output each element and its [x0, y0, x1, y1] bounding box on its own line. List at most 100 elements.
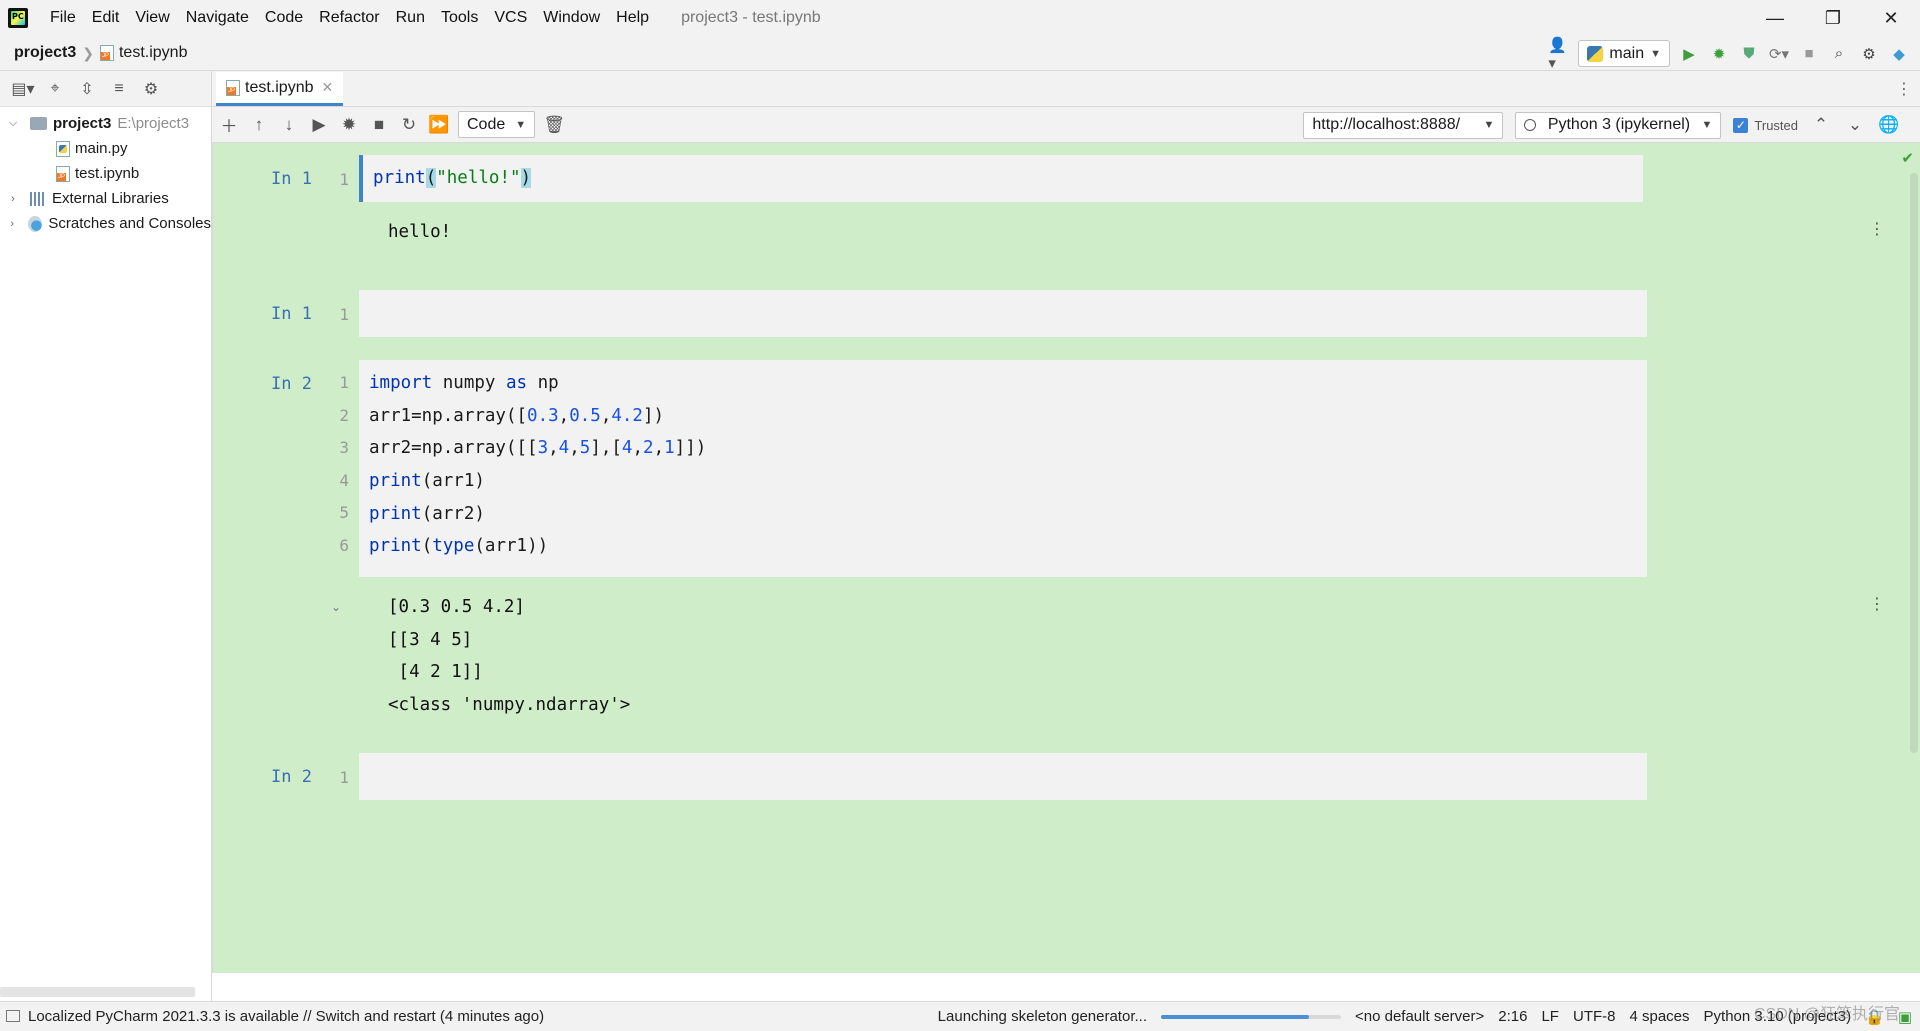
- close-icon[interactable]: ✕: [1862, 0, 1920, 36]
- locate-icon[interactable]: ⌖: [44, 78, 66, 100]
- debug-icon[interactable]: ✹: [1708, 43, 1730, 65]
- tree-project-label: project3: [53, 115, 112, 132]
- breadcrumb-file[interactable]: test.ipynb: [119, 44, 187, 62]
- line-number: 1: [339, 768, 349, 787]
- cell-output: hello!: [388, 216, 451, 249]
- run-cell-icon[interactable]: ▶: [308, 114, 330, 136]
- tree-item-test-ipynb[interactable]: test.ipynb: [0, 161, 211, 186]
- tree-item-label: Scratches and Consoles: [48, 215, 211, 232]
- trusted-toggle[interactable]: ✓ Trusted: [1733, 117, 1798, 133]
- line-separator[interactable]: LF: [1541, 1008, 1559, 1025]
- project-view-icon[interactable]: ▤▾: [11, 78, 34, 100]
- project-panel: ▤▾ ⌖ ⇳ ≡ ⚙ ⌵ project3 E:\project3 main.p…: [0, 71, 212, 1001]
- tree-item-main-py[interactable]: main.py: [0, 136, 211, 161]
- profile-icon[interactable]: ⟳▾: [1768, 43, 1790, 65]
- vertical-scrollbar[interactable]: [1910, 173, 1918, 753]
- inspection-ok-icon: ✔: [1901, 150, 1914, 167]
- collapse-output-icon[interactable]: ⌄: [331, 600, 341, 614]
- tree-item-external-libraries[interactable]: › External Libraries: [0, 186, 211, 211]
- chevron-up-icon[interactable]: ⌃: [1810, 114, 1832, 136]
- debug-cell-icon[interactable]: ✹: [338, 114, 360, 136]
- add-cell-icon[interactable]: ＋: [218, 114, 240, 136]
- run-config-label: main: [1609, 44, 1645, 62]
- code-editor[interactable]: import numpy as np arr1=np.array([0.3, 0.…: [359, 360, 1647, 577]
- editor-tabs: test.ipynb ✕ ⋮: [212, 71, 1920, 107]
- chevron-right-icon[interactable]: ›: [6, 218, 18, 230]
- breadcrumb-project[interactable]: project3: [14, 44, 76, 62]
- output-menu-icon[interactable]: ⋮: [1869, 219, 1885, 239]
- tree-item-label: External Libraries: [52, 190, 169, 207]
- tool-windows-icon[interactable]: [6, 1010, 20, 1022]
- run-icon[interactable]: ▶: [1678, 43, 1700, 65]
- indent-setting[interactable]: 4 spaces: [1629, 1008, 1689, 1025]
- navigation-bar: project3 ❯ test.ipynb 👤▾ main ▼ ▶ ✹ ⛊ ⟳▾…: [0, 36, 1920, 72]
- coverage-icon[interactable]: ⛊: [1738, 43, 1760, 65]
- restore-icon[interactable]: ❐: [1804, 0, 1862, 36]
- menu-file[interactable]: File: [42, 9, 84, 27]
- code-editor[interactable]: [359, 290, 1647, 337]
- server-status[interactable]: <no default server>: [1355, 1008, 1484, 1025]
- horizontal-scrollbar[interactable]: [0, 987, 195, 997]
- move-up-icon[interactable]: ↑: [248, 114, 270, 136]
- search-icon[interactable]: ⌕: [1828, 43, 1850, 65]
- output-menu-icon[interactable]: ⋮: [1869, 594, 1885, 614]
- menu-run[interactable]: Run: [388, 9, 433, 27]
- menu-vcs[interactable]: VCS: [486, 9, 535, 27]
- tree-item-scratches[interactable]: › Scratches and Consoles: [0, 211, 211, 236]
- notebook-toolbar: ＋ ↑ ↓ ▶ ✹ ■ ↻ ⏩ Code ▼ 🗑 http://localhos…: [212, 107, 1920, 143]
- menu-edit[interactable]: Edit: [84, 9, 128, 27]
- kernel-select[interactable]: Python 3 (ipykernel) ▼: [1515, 111, 1722, 139]
- checkbox-checked-icon[interactable]: ✓: [1733, 117, 1749, 133]
- output-line: [4 2 1]]: [388, 662, 483, 683]
- minimize-icon[interactable]: —: [1746, 0, 1804, 36]
- server-select[interactable]: http://localhost:8888/ ▼: [1303, 111, 1504, 139]
- code-editor[interactable]: [359, 753, 1647, 800]
- caret-position[interactable]: 2:16: [1498, 1008, 1527, 1025]
- run-config-select[interactable]: main ▼: [1578, 40, 1670, 67]
- line-number: 1: [339, 305, 349, 324]
- tree-item-label: test.ipynb: [75, 165, 140, 182]
- tab-test-ipynb[interactable]: test.ipynb ✕: [216, 72, 344, 106]
- user-icon[interactable]: 👤▾: [1548, 37, 1570, 72]
- cell-type-select[interactable]: Code ▼: [458, 111, 536, 138]
- cell-prompt: In 1: [271, 169, 312, 189]
- notebook-editor[interactable]: ✔ In 1 1 print("hello!") hello! ⋮ In 1 1…: [212, 143, 1920, 973]
- chevron-down-icon[interactable]: ⌄: [1844, 114, 1866, 136]
- file-encoding[interactable]: UTF-8: [1573, 1008, 1616, 1025]
- delete-cell-icon[interactable]: 🗑: [543, 114, 565, 136]
- menu-refactor[interactable]: Refactor: [311, 9, 387, 27]
- notebook-file-icon: [56, 165, 70, 182]
- restart-kernel-icon[interactable]: ↻: [398, 114, 420, 136]
- menu-navigate[interactable]: Navigate: [178, 9, 257, 27]
- move-down-icon[interactable]: ↓: [278, 114, 300, 136]
- menu-window[interactable]: Window: [535, 9, 608, 27]
- code-line: print("hello!"): [373, 168, 532, 189]
- menu-help[interactable]: Help: [608, 9, 657, 27]
- gear-icon[interactable]: ⚙: [140, 78, 162, 100]
- chevron-down-icon[interactable]: ⌵: [6, 117, 20, 130]
- globe-icon[interactable]: 🌐: [1878, 114, 1900, 136]
- menu-view[interactable]: View: [127, 9, 177, 27]
- menu-tools[interactable]: Tools: [433, 9, 486, 27]
- settings-icon[interactable]: ⚙: [1858, 43, 1880, 65]
- collapse-all-icon[interactable]: ≡: [108, 78, 130, 100]
- folder-icon: [30, 117, 47, 130]
- code-line: import numpy as np: [369, 373, 559, 394]
- chevron-right-icon[interactable]: ›: [6, 193, 20, 205]
- status-left: Localized PyCharm 2021.3.3 is available …: [0, 1008, 544, 1025]
- menu-code[interactable]: Code: [257, 9, 311, 27]
- run-all-icon[interactable]: ⏩: [428, 114, 450, 136]
- tree-item-project[interactable]: ⌵ project3 E:\project3: [0, 111, 211, 136]
- close-tab-icon[interactable]: ✕: [321, 79, 333, 96]
- status-message[interactable]: Localized PyCharm 2021.3.3 is available …: [28, 1008, 544, 1025]
- code-editor[interactable]: print("hello!"): [359, 155, 1643, 202]
- main-menu: File Edit View Navigate Code Refactor Ru…: [42, 9, 657, 27]
- more-icon[interactable]: ⋮: [1896, 79, 1912, 99]
- interrupt-icon[interactable]: ■: [368, 114, 390, 136]
- toolbox-icon[interactable]: ◆: [1888, 43, 1910, 65]
- expand-all-icon[interactable]: ⇳: [76, 78, 98, 100]
- stop-icon[interactable]: ■: [1798, 43, 1820, 65]
- chevron-down-icon: ▼: [1483, 119, 1495, 131]
- breadcrumb-separator-icon: ❯: [82, 44, 94, 61]
- background-task[interactable]: Launching skeleton generator...: [938, 1008, 1147, 1025]
